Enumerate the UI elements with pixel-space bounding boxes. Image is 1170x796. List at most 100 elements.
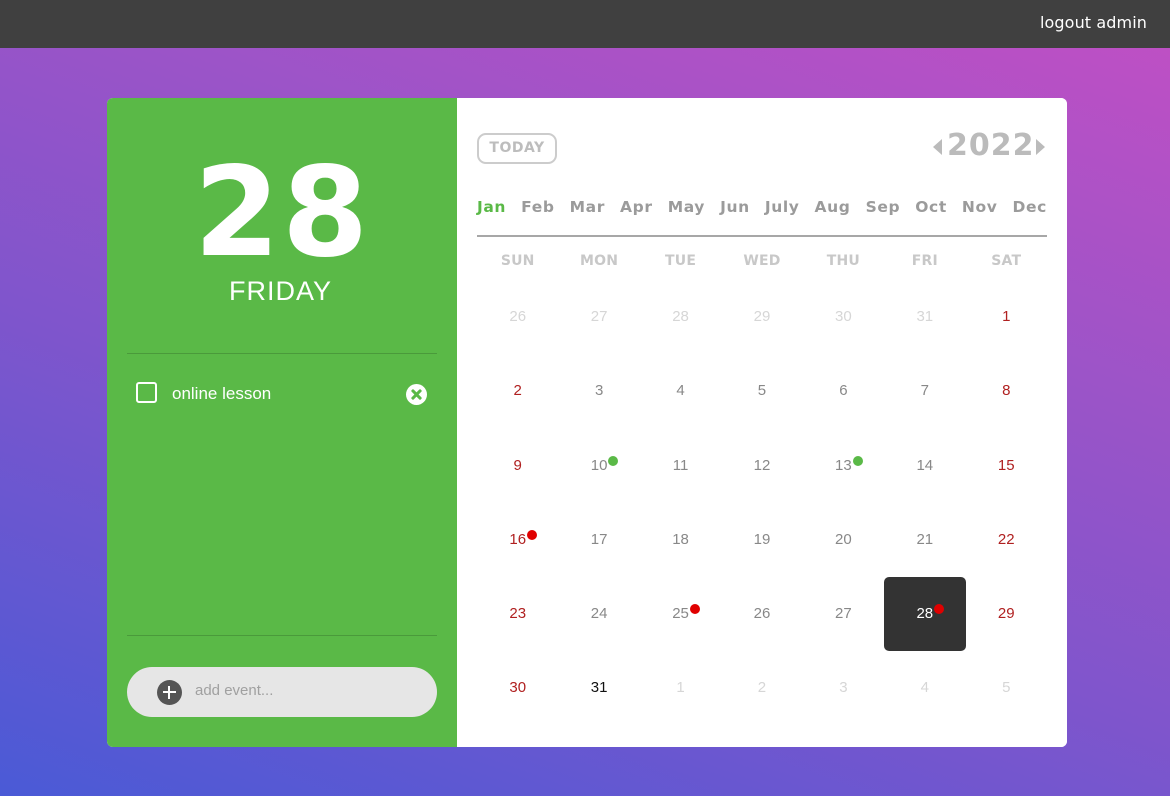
day-cell[interactable]: 26 bbox=[721, 577, 802, 651]
delete-event-icon[interactable] bbox=[406, 384, 427, 405]
event-dot-indicator bbox=[608, 455, 619, 466]
month-tab-oct[interactable]: Oct bbox=[915, 198, 947, 223]
day-cell[interactable]: 1 bbox=[640, 651, 721, 725]
day-cell[interactable]: 31 bbox=[884, 280, 965, 354]
top-bar: logout admin bbox=[0, 0, 1170, 48]
day-number: 28 bbox=[916, 605, 934, 623]
day-number: 28 bbox=[672, 308, 689, 325]
add-icon[interactable] bbox=[157, 680, 182, 705]
weekday-label: WED bbox=[743, 253, 781, 269]
month-tab-mar[interactable]: Mar bbox=[570, 198, 605, 223]
month-tab-may[interactable]: May bbox=[668, 198, 705, 223]
month-divider bbox=[477, 235, 1047, 237]
day-cell[interactable]: 17 bbox=[558, 503, 639, 577]
day-cell[interactable]: 8 bbox=[966, 354, 1047, 428]
event-dot-indicator bbox=[852, 455, 863, 466]
day-cell[interactable]: 25 bbox=[640, 577, 721, 651]
day-number: 5 bbox=[757, 382, 767, 400]
day-number: 1 bbox=[676, 679, 685, 697]
weekday-label: SAT bbox=[991, 253, 1022, 269]
month-tab-nov[interactable]: Nov bbox=[962, 198, 998, 223]
day-cell[interactable]: 26 bbox=[477, 280, 558, 354]
weekday-label: THU bbox=[826, 253, 861, 269]
day-cell[interactable]: 5 bbox=[966, 651, 1047, 725]
day-number: 17 bbox=[590, 530, 608, 548]
previous-year-icon[interactable] bbox=[933, 139, 942, 155]
day-number: 24 bbox=[590, 605, 608, 623]
weekday-label: MON bbox=[580, 253, 619, 269]
month-tab-july[interactable]: July bbox=[765, 198, 800, 223]
year-navigator: 2022 bbox=[933, 128, 1045, 168]
day-cell[interactable]: 21 bbox=[884, 503, 965, 577]
day-cell[interactable]: 6 bbox=[803, 354, 884, 428]
day-number: 7 bbox=[920, 382, 929, 400]
day-number: 27 bbox=[590, 308, 608, 325]
logout-link[interactable]: logout admin bbox=[1040, 13, 1147, 32]
day-cell[interactable]: 27 bbox=[558, 280, 639, 354]
weekday-label: TUE bbox=[665, 253, 697, 269]
event-dot-indicator bbox=[689, 604, 700, 615]
day-cell[interactable]: 30 bbox=[477, 651, 558, 725]
day-cell[interactable]: 11 bbox=[640, 429, 721, 503]
event-checkbox[interactable] bbox=[136, 382, 157, 403]
day-cell[interactable]: 3 bbox=[803, 651, 884, 725]
selected-day-number: 28 bbox=[193, 141, 371, 285]
week-row: 16 17 18 19 20 21 22 bbox=[477, 503, 1047, 577]
week-row: 9 10 11 12 13 14 15 bbox=[477, 429, 1047, 503]
day-panel: 28 FRIDAY online lesson add event... bbox=[107, 98, 457, 747]
day-cell[interactable]: 24 bbox=[558, 577, 639, 651]
day-cell[interactable]: 7 bbox=[884, 354, 965, 428]
day-cell[interactable]: 9 bbox=[477, 429, 558, 503]
day-number: 29 bbox=[753, 308, 771, 325]
day-number: 2 bbox=[757, 679, 767, 697]
day-cell[interactable]: 4 bbox=[640, 354, 721, 428]
day-cell[interactable]: 4 bbox=[884, 651, 965, 725]
month-tab-feb[interactable]: Feb bbox=[521, 198, 554, 223]
day-cell[interactable]: 29 bbox=[721, 280, 802, 354]
day-cell[interactable]: 31 bbox=[558, 651, 639, 725]
add-event-input[interactable]: add event... bbox=[127, 667, 437, 717]
day-cell[interactable]: 5 bbox=[721, 354, 802, 428]
month-tabs: Jan Feb Mar Apr May Jun July Aug Sep Oct Nov Dec bbox=[477, 198, 1047, 223]
calendar-card: 28 FRIDAY online lesson add event... TOD… bbox=[107, 98, 1067, 747]
day-number: 30 bbox=[509, 679, 527, 697]
day-number: 21 bbox=[916, 530, 934, 548]
day-cell-selected[interactable]: 28 bbox=[884, 577, 966, 652]
day-cell[interactable]: 18 bbox=[640, 503, 721, 577]
day-cell[interactable]: 3 bbox=[558, 354, 639, 428]
selected-weekday: FRIDAY bbox=[228, 276, 332, 306]
day-cell[interactable]: 29 bbox=[966, 577, 1047, 651]
day-number: 3 bbox=[839, 679, 848, 697]
day-cell[interactable]: 19 bbox=[721, 503, 802, 577]
month-tab-dec[interactable]: Dec bbox=[1013, 198, 1047, 223]
day-cell[interactable]: 12 bbox=[721, 429, 802, 503]
day-cell[interactable]: 14 bbox=[884, 429, 965, 503]
day-cell[interactable]: 2 bbox=[721, 651, 802, 725]
day-cell[interactable]: 15 bbox=[966, 429, 1047, 503]
week-row: 2 3 4 5 6 7 8 bbox=[477, 354, 1047, 428]
day-cell[interactable]: 30 bbox=[803, 280, 884, 354]
day-number: 4 bbox=[920, 679, 929, 697]
day-number: 14 bbox=[916, 456, 934, 474]
month-tab-apr[interactable]: Apr bbox=[620, 198, 653, 223]
month-tab-jun[interactable]: Jun bbox=[720, 198, 750, 223]
day-cell[interactable]: 1 bbox=[966, 280, 1047, 354]
month-tab-aug[interactable]: Aug bbox=[815, 198, 851, 223]
next-year-icon[interactable] bbox=[1036, 139, 1045, 155]
month-tab-jan[interactable]: Jan bbox=[477, 198, 506, 223]
today-button[interactable]: TODAY bbox=[477, 133, 557, 164]
month-tab-sep[interactable]: Sep bbox=[866, 198, 901, 223]
day-cell[interactable]: 23 bbox=[477, 577, 558, 651]
day-number: 29 bbox=[997, 605, 1015, 623]
day-cell[interactable]: 28 bbox=[640, 280, 721, 354]
day-number: 18 bbox=[672, 530, 689, 548]
day-cell[interactable]: 10 bbox=[558, 429, 639, 503]
year-label: 2022 bbox=[947, 128, 1035, 163]
day-cell[interactable]: 27 bbox=[803, 577, 884, 651]
day-cell[interactable]: 2 bbox=[477, 354, 558, 428]
day-cell[interactable]: 22 bbox=[966, 503, 1047, 577]
day-cell[interactable]: 13 bbox=[803, 429, 884, 503]
day-number: 11 bbox=[672, 456, 689, 474]
day-cell[interactable]: 16 bbox=[477, 503, 558, 577]
day-cell[interactable]: 20 bbox=[803, 503, 884, 577]
